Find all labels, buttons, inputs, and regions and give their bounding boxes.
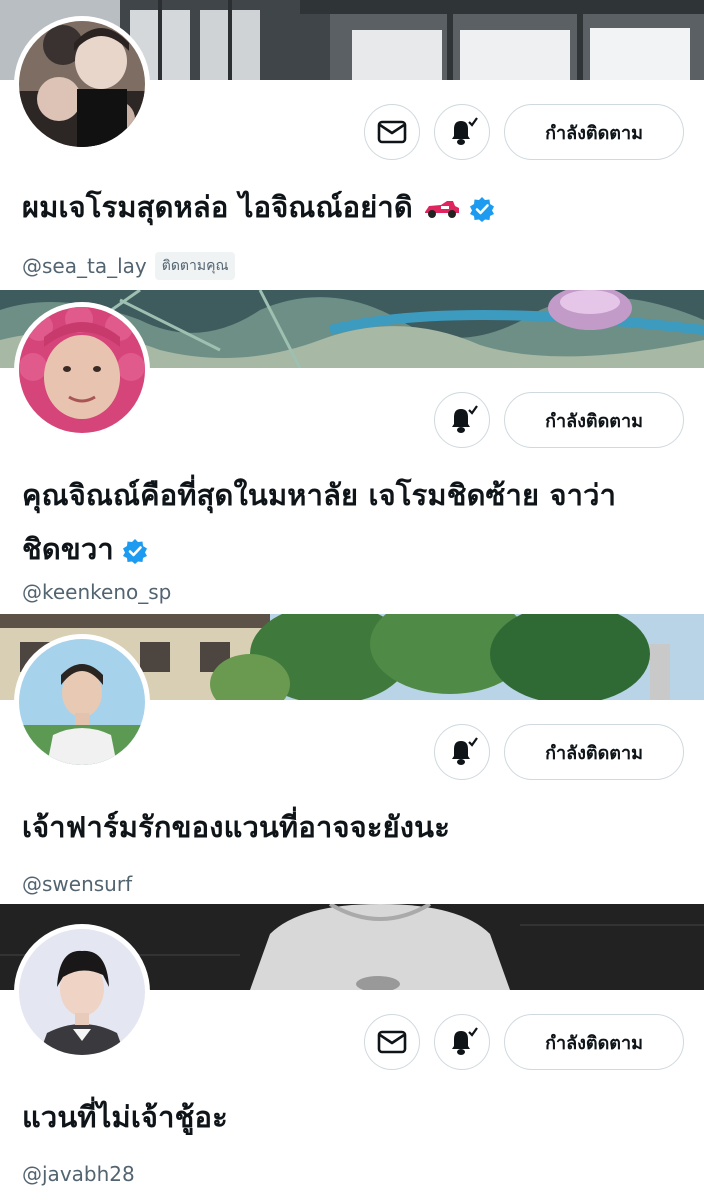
message-button[interactable] bbox=[364, 104, 420, 160]
following-button[interactable]: กำลังติดตาม bbox=[504, 104, 684, 160]
display-name-text: คุณจิณณ์คือที่สุดในมหาลัย เจโรมชิดซ้าย จ… bbox=[22, 478, 617, 566]
profile-card-1: กำลังติดตาม ผมเจโรมสุดหล่อ ไอจิณณ์อย่าดิ… bbox=[0, 0, 704, 290]
display-name-text: ผมเจโรมสุดหล่อ ไอจิณณ์อย่าดิ bbox=[22, 190, 413, 224]
handle: @swensurf bbox=[22, 872, 133, 896]
handle-row: @swensurf bbox=[22, 872, 132, 896]
avatar[interactable] bbox=[14, 302, 150, 438]
display-name: คุณจิณณ์คือที่สุดในมหาลัย เจโรมชิดซ้าย จ… bbox=[22, 468, 654, 576]
profile-actions: กำลังติดตาม bbox=[434, 724, 684, 780]
avatar[interactable] bbox=[14, 924, 150, 1060]
following-button[interactable]: กำลังติดตาม bbox=[504, 724, 684, 780]
avatar[interactable] bbox=[14, 16, 150, 152]
following-button[interactable]: กำลังติดตาม bbox=[504, 392, 684, 448]
handle: @sea_ta_lay bbox=[22, 254, 147, 278]
message-button[interactable] bbox=[364, 1014, 420, 1070]
racing-car-icon bbox=[424, 201, 459, 218]
profile-actions: กำลังติดตาม bbox=[364, 104, 684, 160]
verified-badge-icon bbox=[122, 539, 147, 564]
profile-card-2: กำลังติดตาม คุณจิณณ์คือที่สุดในมหาลัย เจ… bbox=[0, 290, 704, 614]
bell-check-icon bbox=[452, 1027, 478, 1055]
verified-badge-icon bbox=[469, 197, 494, 222]
avatar[interactable] bbox=[14, 634, 150, 770]
display-name-text: แวนที่ไม่เจ้าชู้อะ bbox=[22, 1100, 228, 1134]
bell-check-icon bbox=[452, 405, 478, 433]
bell-check-icon bbox=[452, 737, 478, 765]
envelope-icon bbox=[377, 120, 407, 144]
profile-card-4: กำลังติดตาม แวนที่ไม่เจ้าชู้อะ @javabh28 bbox=[0, 904, 704, 1200]
envelope-icon bbox=[377, 1030, 407, 1054]
follows-you-badge: ติดตามคุณ bbox=[154, 252, 236, 280]
notification-bell-button[interactable] bbox=[434, 392, 490, 448]
bell-check-icon bbox=[452, 117, 478, 145]
following-button[interactable]: กำลังติดตาม bbox=[504, 1014, 684, 1070]
display-name: แวนที่ไม่เจ้าชู้อะ bbox=[22, 1090, 664, 1144]
notification-bell-button[interactable] bbox=[434, 104, 490, 160]
notification-bell-button[interactable] bbox=[434, 724, 490, 780]
handle: @javabh28 bbox=[22, 1162, 135, 1186]
display-name-text: เจ้าฟาร์มรักของแวนที่อาจจะยังนะ bbox=[22, 810, 450, 844]
handle: @keenkeno_sp bbox=[22, 580, 172, 604]
display-name: ผมเจโรมสุดหล่อ ไอจิณณ์อย่าดิ bbox=[22, 180, 664, 234]
profile-actions: กำลังติดตาม bbox=[364, 1014, 684, 1070]
handle-row: @sea_ta_lay ติดตามคุณ bbox=[22, 252, 236, 280]
handle-row: @keenkeno_sp bbox=[22, 580, 171, 604]
display-name: เจ้าฟาร์มรักของแวนที่อาจจะยังนะ bbox=[22, 800, 664, 854]
profile-card-3: กำลังติดตาม เจ้าฟาร์มรักของแวนที่อาจจะยั… bbox=[0, 614, 704, 904]
handle-row: @javabh28 bbox=[22, 1162, 135, 1186]
profile-actions: กำลังติดตาม bbox=[434, 392, 684, 448]
notification-bell-button[interactable] bbox=[434, 1014, 490, 1070]
